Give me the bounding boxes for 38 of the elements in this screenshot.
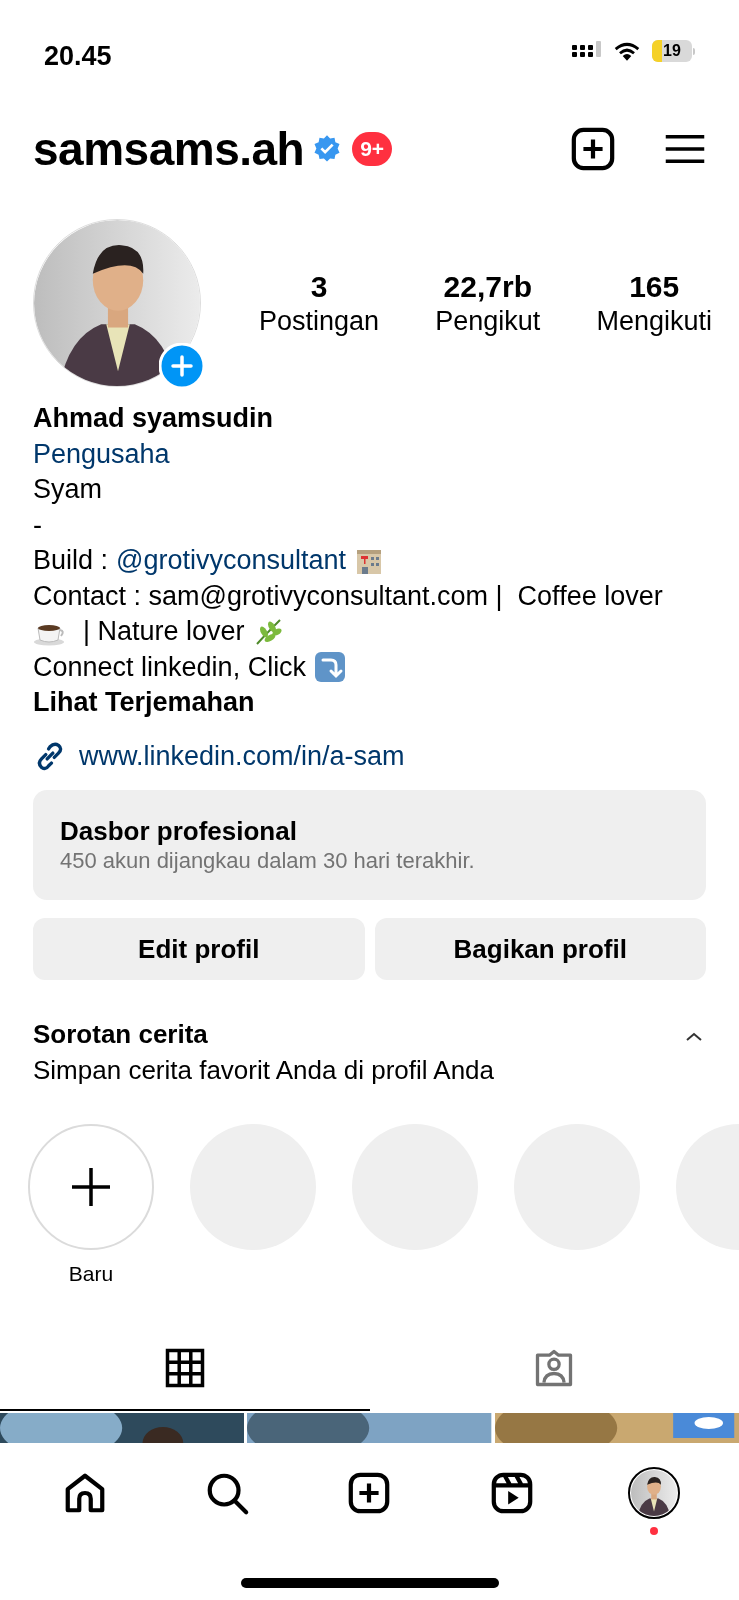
highlights-title: Sorotan cerita — [33, 1018, 209, 1051]
stat-label[interactable]: Postingan — [259, 305, 380, 337]
stat-label[interactable]: Mengikuti — [596, 305, 712, 337]
wifi-icon — [612, 40, 642, 62]
dashboard-subtitle: 450 akun dijangkau dalam 30 hari terakhir. — [60, 847, 476, 875]
add-story-icon[interactable] — [159, 343, 205, 389]
new-highlight-label: Baru — [68, 1261, 114, 1287]
add-icon[interactable] — [570, 126, 616, 172]
bio-text: | Nature lover — [83, 615, 245, 648]
battery-indicator: 19 — [652, 40, 695, 62]
stat-count: 22,7rb — [443, 269, 532, 305]
highlights-subtitle: Simpan cerita favorit Anda di profil Anda — [33, 1054, 496, 1087]
stat-count: 165 — [629, 269, 680, 305]
dashboard-title: Dasbor profesional — [60, 815, 298, 847]
dashboard-card[interactable]: Dasbor profesional 450 akun dijangkau dalam 30 hari terakhir. — [33, 790, 706, 900]
mention-link[interactable]: @grotivyconsultant — [116, 543, 347, 579]
grid-icon — [163, 1347, 206, 1389]
bio-text: Connect linkedin, Click — [33, 650, 307, 684]
arrow-down-right-icon — [314, 651, 347, 684]
plus-icon — [70, 1166, 112, 1208]
profile-avatar[interactable] — [627, 1466, 680, 1519]
bio-text: Build : — [33, 544, 109, 577]
username: samsams.ah — [33, 121, 305, 177]
see-translation-link[interactable]: Lihat Terjemahan — [33, 685, 706, 721]
stat-label[interactable]: Pengikut — [435, 305, 541, 337]
notification-badge: 9+ — [352, 132, 393, 166]
profile-action-button[interactable]: Bagikan profil — [374, 918, 706, 980]
status-time: 20.45 — [44, 40, 112, 73]
website-link[interactable]: www.linkedin.com/in/a-sam — [79, 738, 405, 774]
menu-icon[interactable] — [664, 132, 706, 166]
stat-count: 3 — [310, 269, 328, 305]
profile-action-button[interactable]: Edit profil — [33, 918, 365, 980]
chevron-icon[interactable] — [684, 1030, 704, 1044]
bio-text: - — [33, 508, 42, 542]
profile-name: Ahmad syamsudin — [33, 402, 275, 435]
bio-text: Contact : sam@grotivyconsultant.com | Coffee lover — [33, 579, 663, 613]
profile-category: Pengusaha — [33, 437, 171, 471]
bio-text: Syam — [33, 473, 103, 506]
